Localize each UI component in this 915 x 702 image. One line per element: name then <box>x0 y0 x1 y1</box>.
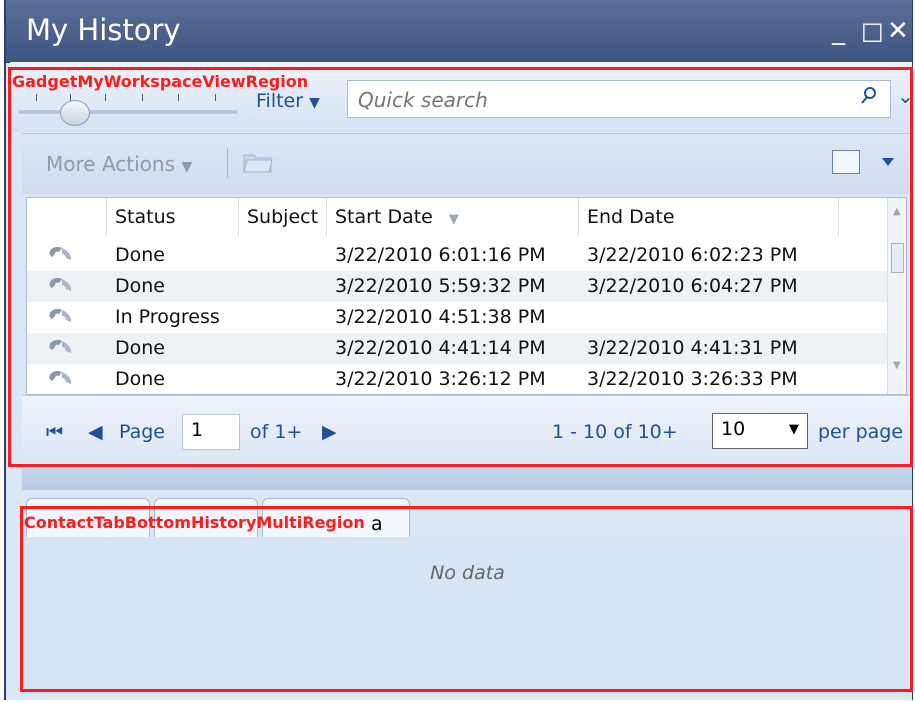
maximize-button[interactable]: □ <box>861 18 884 44</box>
bottom-history-region-label: ContactTabBottomHistoryMultiRegion <box>24 513 365 532</box>
window-title: My History <box>26 13 181 47</box>
section-divider <box>22 468 912 490</box>
gadget-region-label: GadgetMyWorkspaceViewRegion <box>12 72 309 91</box>
bottom-history-region-outline <box>20 506 913 692</box>
close-button[interactable]: ✕ <box>887 18 909 44</box>
gadget-region-outline <box>8 67 913 467</box>
title-bar: My History _ □ ✕ <box>6 0 912 63</box>
minimize-button[interactable]: _ <box>832 18 845 44</box>
